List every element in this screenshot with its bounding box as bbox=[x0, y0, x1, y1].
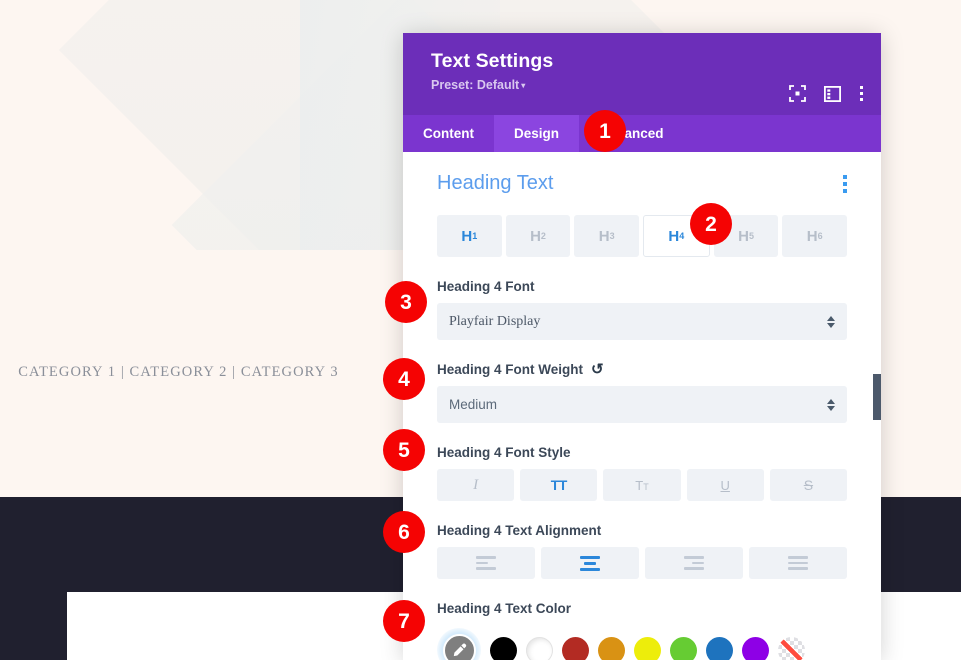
panel-header-icons bbox=[789, 85, 864, 102]
uppercase-button[interactable]: TT bbox=[520, 469, 598, 501]
small-caps-icon: TT bbox=[635, 477, 649, 493]
focus-icon[interactable] bbox=[789, 85, 806, 102]
section-title[interactable]: Heading Text bbox=[437, 172, 553, 195]
h4-label: H bbox=[668, 227, 680, 245]
annotation-badge-2: 2 bbox=[690, 203, 732, 245]
h6-label: H bbox=[806, 227, 818, 245]
eyedropper-icon bbox=[453, 643, 466, 656]
h2-label: H bbox=[530, 227, 541, 245]
align-left-icon bbox=[476, 556, 496, 570]
h5-sub: 5 bbox=[748, 231, 754, 241]
h4-sub: 4 bbox=[679, 231, 685, 241]
annotation-badge-7: 7 bbox=[383, 600, 425, 642]
swatch-blue[interactable] bbox=[706, 636, 733, 660]
uppercase-icon: TT bbox=[550, 477, 568, 493]
heading4-text-alignment-label: Heading 4 Text Alignment bbox=[437, 523, 602, 538]
heading-text-section-header: Heading Text bbox=[437, 152, 847, 195]
annotation-badge-5: 5 bbox=[383, 429, 425, 471]
more-options-icon[interactable] bbox=[859, 85, 864, 102]
heading4-font-style-label: Heading 4 Font Style bbox=[437, 445, 571, 460]
heading4-font-select[interactable]: Playfair Display bbox=[437, 303, 847, 340]
h1-label: H bbox=[461, 227, 473, 245]
heading4-text-color-label: Heading 4 Text Color bbox=[437, 601, 572, 616]
swatch-transparent[interactable] bbox=[778, 636, 805, 660]
swatch-green[interactable] bbox=[670, 636, 697, 660]
heading-level-selector: H1 H2 H3 H4 H5 H6 bbox=[437, 215, 848, 257]
small-caps-button[interactable]: TT bbox=[603, 469, 681, 501]
align-right-icon bbox=[684, 556, 704, 570]
h3-sub: 3 bbox=[609, 231, 615, 241]
underline-icon: U bbox=[720, 477, 730, 493]
panel-header: Text Settings Preset: Default ▾ bbox=[403, 33, 881, 115]
annotation-badge-4: 4 bbox=[383, 358, 425, 400]
annotation-badge-6: 6 bbox=[383, 511, 425, 553]
underline-button[interactable]: U bbox=[686, 469, 764, 501]
text-settings-panel: Text Settings Preset: Default ▾ Content … bbox=[403, 33, 881, 660]
swatch-white[interactable] bbox=[526, 636, 553, 660]
text-alignment-button-row bbox=[437, 547, 847, 579]
select-spinner-icon bbox=[827, 398, 835, 411]
section-menu-icon[interactable] bbox=[843, 174, 847, 193]
eyedropper-wrapper bbox=[437, 628, 481, 660]
align-center-icon bbox=[580, 555, 600, 571]
align-center-button[interactable] bbox=[541, 547, 639, 579]
heading4-font-weight-select[interactable]: Medium bbox=[437, 386, 847, 423]
swatch-amber[interactable] bbox=[598, 636, 625, 660]
h5-label: H bbox=[738, 227, 749, 245]
swatch-dark-red[interactable] bbox=[562, 636, 589, 660]
h6-sub: 6 bbox=[817, 231, 823, 241]
swatch-purple[interactable] bbox=[742, 636, 769, 660]
heading4-font-label: Heading 4 Font bbox=[437, 279, 535, 294]
panel-tabs: Content Design Advanced bbox=[403, 115, 881, 152]
heading-level-h3[interactable]: H3 bbox=[574, 215, 640, 257]
align-justify-button[interactable] bbox=[749, 547, 847, 579]
heading4-font-weight-label: Heading 4 Font Weight ↺ bbox=[437, 362, 847, 377]
font-style-button-row: I TT TT U S bbox=[437, 469, 848, 501]
heading-level-h1[interactable]: H1 bbox=[437, 215, 502, 257]
panel-body: Heading Text H1 H2 H3 H4 H 5 H 6 Heading… bbox=[403, 152, 881, 660]
panel-scrollbar[interactable] bbox=[873, 374, 881, 420]
eyedropper-button[interactable] bbox=[442, 633, 476, 660]
swatch-black[interactable] bbox=[490, 636, 517, 660]
strikethrough-button[interactable]: S bbox=[769, 469, 848, 501]
align-justify-icon bbox=[788, 556, 808, 570]
preset-label: Preset: Default bbox=[431, 78, 520, 92]
heading4-font-value: Playfair Display bbox=[449, 313, 541, 329]
screenshot-root: CATEGORY 1 | CATEGORY 2 | CATEGORY 3 Tex… bbox=[0, 0, 961, 660]
panel-title: Text Settings bbox=[431, 50, 554, 72]
reset-icon[interactable]: ↺ bbox=[591, 362, 604, 377]
h1-sub: 1 bbox=[472, 231, 478, 241]
swatch-yellow[interactable] bbox=[634, 636, 661, 660]
align-left-button[interactable] bbox=[437, 547, 535, 579]
heading4-font-weight-value: Medium bbox=[449, 397, 498, 412]
heading-level-h6[interactable]: H6 bbox=[782, 215, 848, 257]
strikethrough-icon: S bbox=[803, 477, 814, 493]
h2-sub: 2 bbox=[540, 231, 546, 241]
italic-icon: I bbox=[473, 476, 479, 493]
heading4-font-weight-text: Heading 4 Font Weight bbox=[437, 362, 583, 377]
annotation-badge-1: 1 bbox=[584, 110, 626, 152]
tab-design[interactable]: Design bbox=[494, 115, 580, 152]
chevron-down-icon: ▾ bbox=[521, 81, 526, 90]
align-right-button[interactable] bbox=[645, 547, 743, 579]
tab-content[interactable]: Content bbox=[403, 115, 494, 152]
italic-button[interactable]: I bbox=[437, 469, 515, 501]
annotation-badge-3: 3 bbox=[385, 281, 427, 323]
layout-panel-icon[interactable] bbox=[824, 85, 841, 102]
heading-level-h2[interactable]: H2 bbox=[505, 215, 571, 257]
color-swatch-row bbox=[437, 628, 847, 660]
select-spinner-icon bbox=[827, 315, 835, 328]
h3-label: H bbox=[598, 227, 610, 245]
category-list-heading: CATEGORY 1 | CATEGORY 2 | CATEGORY 3 bbox=[18, 364, 339, 380]
